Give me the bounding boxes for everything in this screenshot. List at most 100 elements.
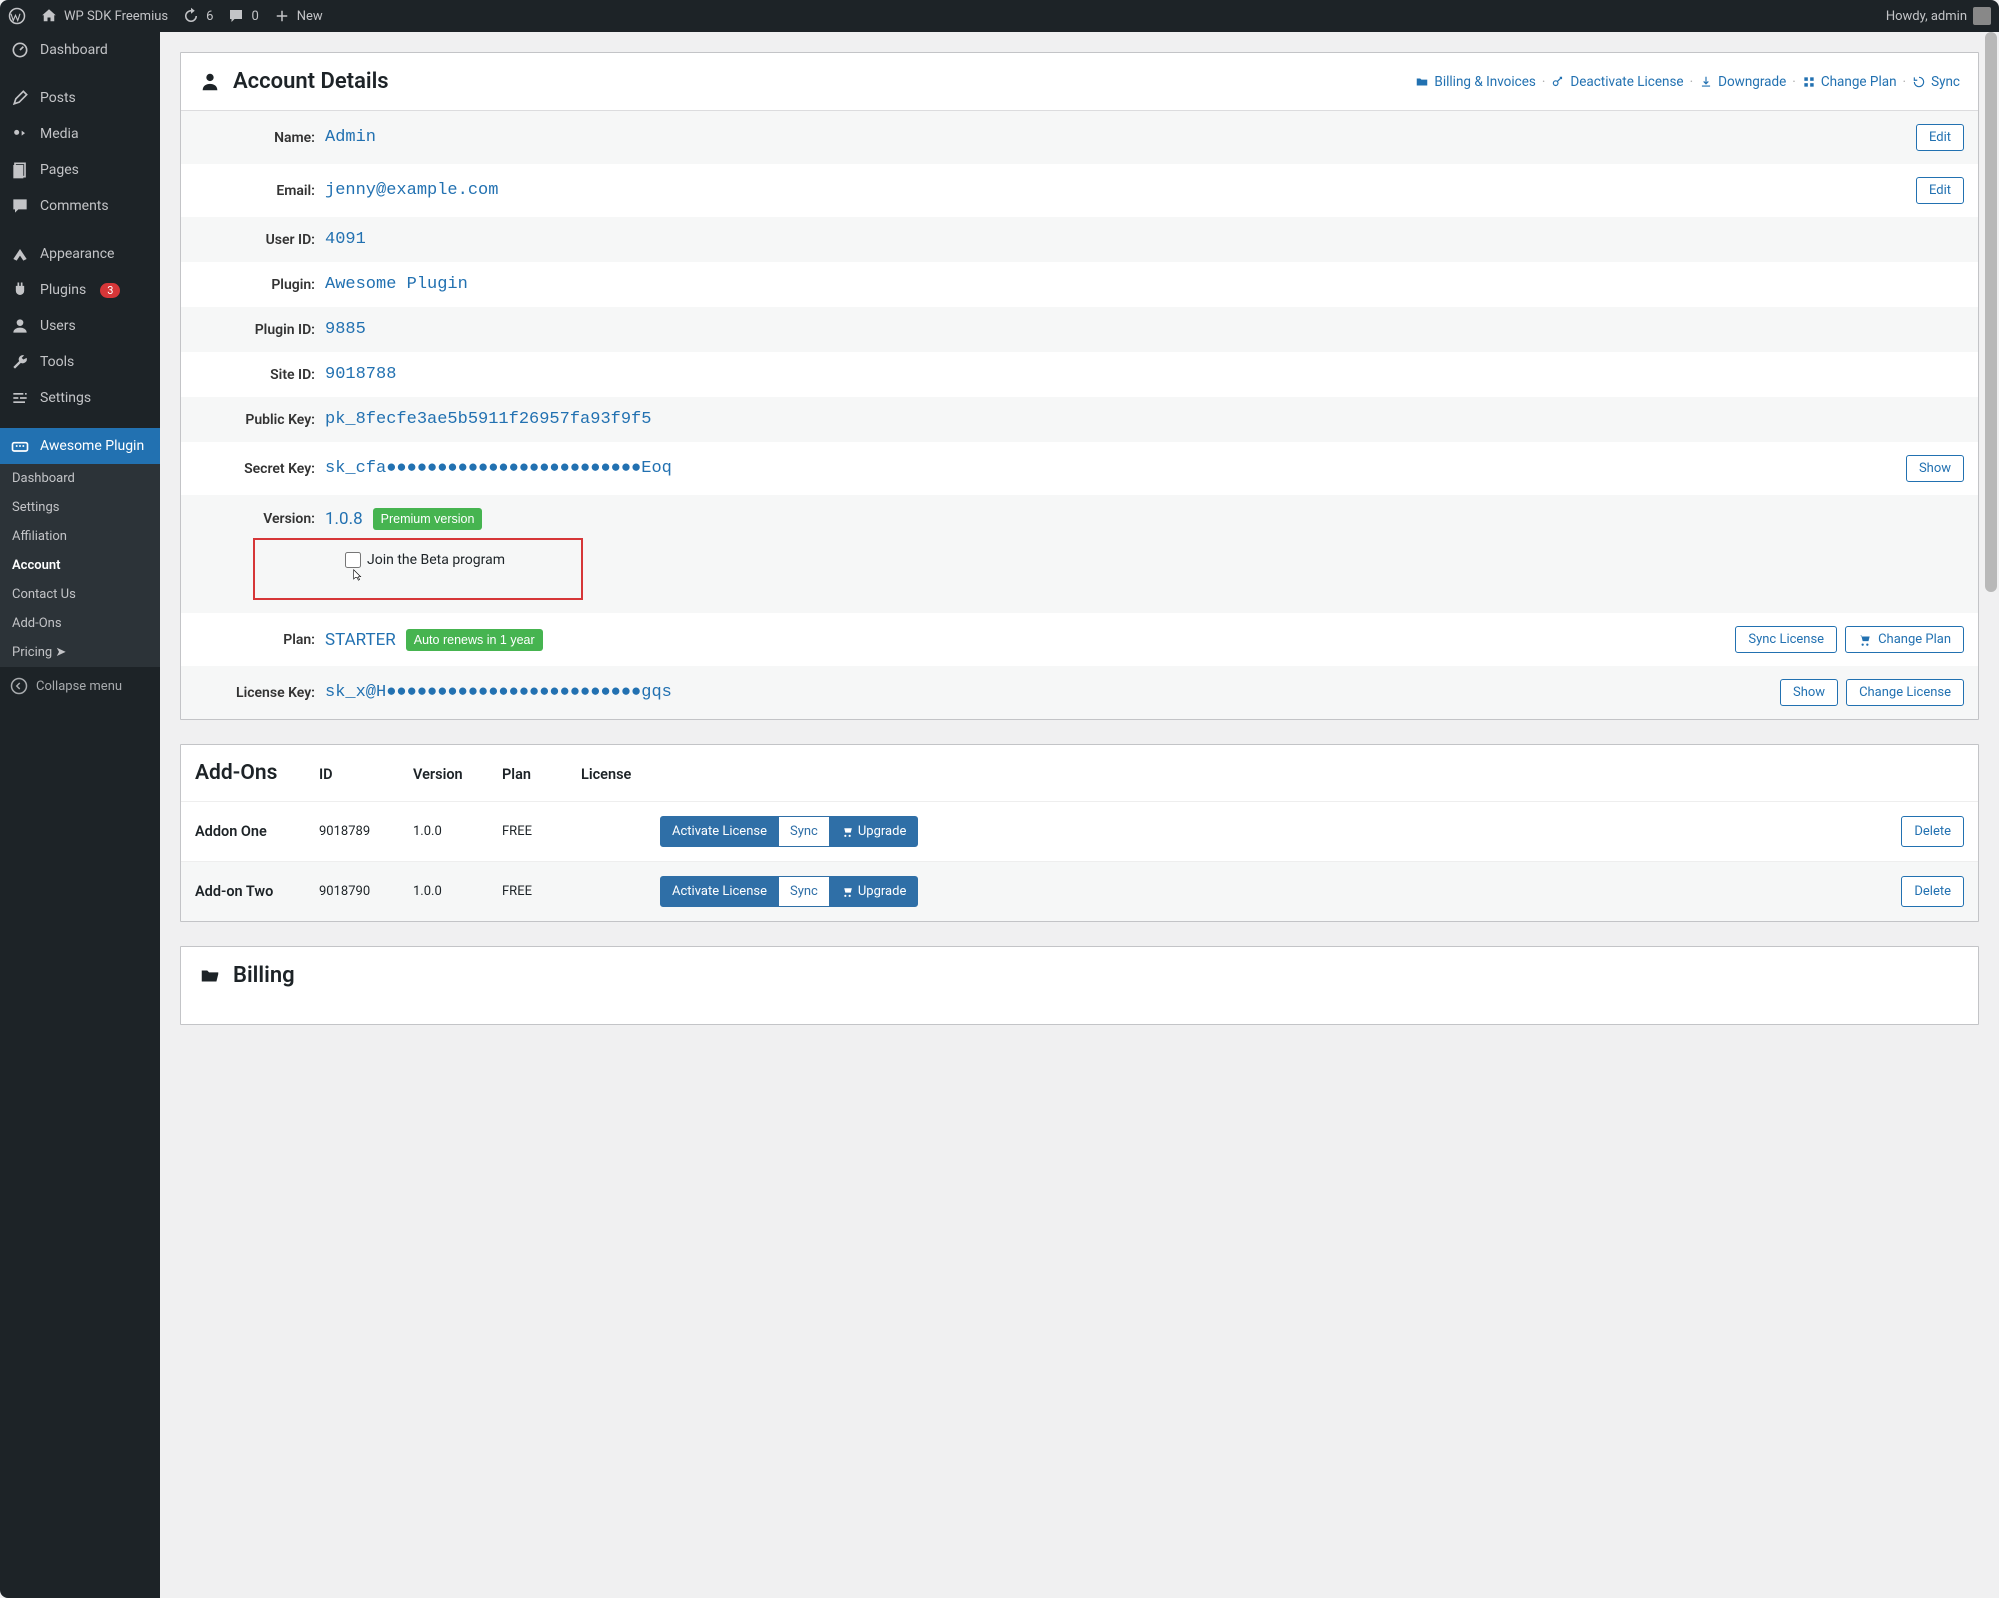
change-license-button[interactable]: Change License [1846, 679, 1964, 706]
wp-logo[interactable] [8, 7, 26, 25]
new-label: New [297, 9, 323, 24]
admin-bar: WP SDK Freemius 6 0 New Howdy, admin [0, 0, 1999, 32]
site-name-link[interactable]: WP SDK Freemius [40, 7, 168, 25]
sidebar-item-dashboard[interactable]: Dashboard [0, 32, 160, 68]
billing-title: Billing [199, 963, 295, 988]
addon-sync-button[interactable]: Sync [779, 816, 829, 847]
comment-count: 0 [251, 9, 258, 24]
show-license-button[interactable]: Show [1780, 679, 1838, 706]
row-email: Email: jenny@example.com Edit [181, 164, 1978, 217]
sidebar-item-posts[interactable]: Posts [0, 80, 160, 116]
plugin-submenu: Dashboard Settings Affiliation Account C… [0, 464, 160, 667]
person-icon [199, 71, 221, 93]
row-user-id: User ID: 4091 [181, 217, 1978, 262]
sidebar-item-settings[interactable]: Settings [0, 380, 160, 416]
scrollbar-thumb[interactable] [1985, 32, 1997, 592]
activate-license-button[interactable]: Activate License [660, 876, 779, 907]
license-key-value: sk_x@H●●●●●●●●●●●●●●●●●●●●●●●●●gqs [325, 683, 1780, 702]
avatar-icon [1973, 7, 1991, 25]
name-value: Admin [325, 128, 1916, 147]
deactivate-license-link[interactable]: Deactivate License [1551, 74, 1683, 90]
key-icon [1551, 75, 1565, 89]
edit-name-button[interactable]: Edit [1916, 124, 1964, 151]
row-license-key: License Key: sk_x@H●●●●●●●●●●●●●●●●●●●●●… [181, 666, 1978, 719]
delete-addon-button[interactable]: Delete [1901, 876, 1964, 907]
addon-row: Addon One 9018789 1.0.0 FREE Activate Li… [181, 801, 1978, 861]
sidebar-item-pages[interactable]: Pages [0, 152, 160, 188]
downgrade-link[interactable]: Downgrade [1699, 74, 1786, 90]
plugin-id-value: 9885 [325, 320, 1964, 339]
row-public-key: Public Key: pk_8fecfe3ae5b5911f26957fa93… [181, 397, 1978, 442]
account-greeting[interactable]: Howdy, admin [1886, 7, 1991, 25]
row-plugin: Plugin: Awesome Plugin [181, 262, 1978, 307]
auto-renew-badge: Auto renews in 1 year [406, 629, 543, 651]
addon-row: Add-on Two 9018790 1.0.0 FREE Activate L… [181, 861, 1978, 921]
submenu-dashboard[interactable]: Dashboard [0, 464, 160, 493]
sync-link[interactable]: Sync [1912, 74, 1960, 90]
grid-icon [1802, 75, 1816, 89]
submenu-settings[interactable]: Settings [0, 493, 160, 522]
change-plan-button[interactable]: Change Plan [1845, 626, 1964, 653]
admin-sidebar: Dashboard Posts Media Pages Comments App… [0, 32, 160, 1598]
update-count: 6 [206, 9, 213, 24]
billing-invoices-link[interactable]: Billing & Invoices [1415, 74, 1535, 90]
addon-sync-button[interactable]: Sync [779, 876, 829, 907]
addons-header: Add-Ons ID Version Plan License [181, 745, 1978, 801]
activate-license-button[interactable]: Activate License [660, 816, 779, 847]
sync-license-button[interactable]: Sync License [1735, 626, 1837, 653]
cart-icon [841, 885, 854, 898]
comments-link[interactable]: 0 [227, 7, 258, 25]
sidebar-item-users[interactable]: Users [0, 308, 160, 344]
version-value: 1.0.8 Premium version [325, 508, 1964, 530]
change-plan-link[interactable]: Change Plan [1802, 74, 1897, 90]
main-content: Account Details Billing & Invoices · Dea… [160, 32, 1999, 1598]
plan-value: STARTER Auto renews in 1 year [325, 629, 1735, 651]
upgrade-button[interactable]: Upgrade [829, 816, 918, 847]
sidebar-item-appearance[interactable]: Appearance [0, 236, 160, 272]
submenu-affiliation[interactable]: Affiliation [0, 522, 160, 551]
account-details-panel: Account Details Billing & Invoices · Dea… [180, 52, 1979, 720]
beta-checkbox-label[interactable]: Join the Beta program [345, 552, 505, 568]
row-plugin-id: Plugin ID: 9885 [181, 307, 1978, 352]
row-version: Version: 1.0.8 Premium version Join the … [181, 495, 1978, 613]
folder-icon [1415, 75, 1429, 89]
new-link[interactable]: New [273, 7, 323, 25]
email-value: jenny@example.com [325, 181, 1916, 200]
account-details-title: Account Details [199, 69, 389, 94]
public-key-value: pk_8fecfe3ae5b5911f26957fa93f9f5 [325, 410, 1964, 429]
row-site-id: Site ID: 9018788 [181, 352, 1978, 397]
sidebar-item-awesome-plugin[interactable]: Awesome Plugin [0, 428, 160, 464]
cursor-icon [349, 566, 363, 584]
plugins-update-badge: 3 [100, 283, 120, 298]
collapse-menu[interactable]: Collapse menu [0, 667, 160, 705]
plugin-value: Awesome Plugin [325, 275, 1964, 294]
submenu-addons[interactable]: Add-Ons [0, 609, 160, 638]
row-secret-key: Secret Key: sk_cfa●●●●●●●●●●●●●●●●●●●●●●… [181, 442, 1978, 495]
cart-icon [841, 825, 854, 838]
download-icon [1699, 75, 1713, 89]
folder-open-icon [199, 965, 221, 987]
cart-icon [1858, 633, 1872, 647]
sidebar-item-media[interactable]: Media [0, 116, 160, 152]
show-secret-button[interactable]: Show [1906, 455, 1964, 482]
submenu-account[interactable]: Account [0, 551, 160, 580]
sidebar-item-tools[interactable]: Tools [0, 344, 160, 380]
upgrade-button[interactable]: Upgrade [829, 876, 918, 907]
sidebar-item-comments[interactable]: Comments [0, 188, 160, 224]
submenu-pricing[interactable]: Pricing ➤ [0, 638, 160, 667]
secret-key-value: sk_cfa●●●●●●●●●●●●●●●●●●●●●●●●●Eoq [325, 459, 1906, 478]
delete-addon-button[interactable]: Delete [1901, 816, 1964, 847]
addon-action-group: Activate License Sync Upgrade [660, 876, 918, 907]
site-name: WP SDK Freemius [64, 9, 168, 24]
site-id-value: 9018788 [325, 365, 1964, 384]
updates-link[interactable]: 6 [182, 7, 213, 25]
submenu-contact-us[interactable]: Contact Us [0, 580, 160, 609]
sidebar-item-plugins[interactable]: Plugins3 [0, 272, 160, 308]
scrollbar[interactable] [1985, 32, 1997, 1588]
row-name: Name: Admin Edit [181, 111, 1978, 164]
user-id-value: 4091 [325, 230, 1964, 249]
edit-email-button[interactable]: Edit [1916, 177, 1964, 204]
refresh-icon [1912, 75, 1926, 89]
billing-panel: Billing [180, 946, 1979, 1025]
account-header-links: Billing & Invoices · Deactivate License … [1415, 74, 1960, 90]
